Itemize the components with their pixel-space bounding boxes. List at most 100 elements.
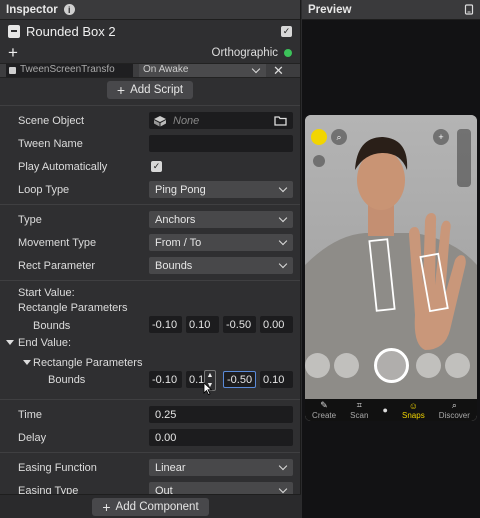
scan-icon: ⌗ <box>356 400 362 410</box>
preview-panel: Preview ⌕ + ✎ Create ⌗ Scan ● ☺ Snaps ⌕ … <box>302 0 480 518</box>
add-component-label: Add Component <box>115 500 199 513</box>
close-icon[interactable]: ✕ <box>273 63 284 79</box>
scene-object-label: Scene Object <box>18 114 85 127</box>
camera-mode-label: Orthographic <box>211 46 278 59</box>
create-icon: ✎ <box>320 400 328 410</box>
bottom-tab-create[interactable]: ✎ Create <box>312 400 336 420</box>
lens-bubble[interactable] <box>305 353 330 378</box>
shutter-button[interactable] <box>374 348 409 383</box>
loop-type-dropdown[interactable]: Ping Pong <box>149 181 293 198</box>
add-friend-icon[interactable]: + <box>433 129 449 145</box>
script-trigger-dropdown[interactable]: On Awake <box>139 64 266 77</box>
end-value-label: End Value: <box>18 337 72 349</box>
lens-bubble[interactable] <box>445 353 470 378</box>
movement-type-value: From / To <box>155 236 202 249</box>
delay-row: Delay 0.00 <box>0 426 300 449</box>
plus-icon: + <box>116 82 126 98</box>
chevron-down-icon <box>278 259 288 269</box>
movement-type-label: Movement Type <box>18 236 97 249</box>
time-row: Time 0.25 <box>0 403 300 426</box>
discover-icon: ⌕ <box>451 400 457 410</box>
bottom-tab-snaps[interactable]: ☺ Snaps <box>402 401 425 420</box>
end-bound-2[interactable]: -0.50 <box>223 371 256 388</box>
cube-icon <box>154 115 166 126</box>
object-row-2: + Orthographic <box>0 42 300 63</box>
chevron-up-icon[interactable]: ▲ <box>207 372 214 379</box>
delay-label: Delay <box>18 431 47 444</box>
end-bounds-label: Bounds <box>48 374 86 386</box>
start-value-label: Start Value: <box>18 287 75 299</box>
bottom-tab-label: Discover <box>438 411 470 420</box>
tween-name-row: Tween Name <box>0 132 300 155</box>
smile-icon: ☺ <box>408 400 418 411</box>
inspector-header: Inspector i <box>0 0 300 20</box>
device-icon[interactable] <box>464 4 474 15</box>
type-label: Type <box>18 213 42 226</box>
preview-header: Preview <box>302 0 480 20</box>
profile-icon[interactable] <box>311 129 327 145</box>
start-bound-2[interactable]: -0.50 <box>223 316 256 333</box>
chevron-down-icon <box>278 236 288 246</box>
object-name[interactable]: Rounded Box 2 <box>26 24 281 39</box>
chevron-down-icon <box>278 183 288 193</box>
preview-viewport[interactable]: ⌕ + ✎ Create ⌗ Scan ● ☺ Snaps ⌕ Discover <box>305 115 477 421</box>
end-bound-3[interactable]: 0.10 <box>260 371 293 388</box>
loop-type-row: Loop Type Ping Pong <box>0 178 300 201</box>
tween-name-input[interactable] <box>149 135 293 152</box>
chevron-down-icon <box>278 213 288 223</box>
end-rect-params-label: Rectangle Parameters <box>33 357 143 369</box>
bottom-tab-discover[interactable]: ⌕ Discover <box>439 400 470 420</box>
bottom-tab-capture[interactable]: ● <box>382 405 387 415</box>
info-icon[interactable]: i <box>63 4 75 15</box>
easing-function-label: Easing Function <box>18 461 97 474</box>
start-bound-1[interactable]: 0.10 <box>186 316 219 333</box>
status-dot <box>284 48 292 57</box>
chevron-down-icon <box>278 461 288 471</box>
bottom-tab-label: Snaps <box>402 410 425 420</box>
inspector-footer: + Add Component <box>0 494 301 518</box>
divider <box>0 399 300 400</box>
play-auto-checkbox[interactable]: ✓ <box>151 161 162 172</box>
scene-object-value: None <box>173 114 200 127</box>
loop-type-value: Ping Pong <box>155 183 206 196</box>
divider <box>0 452 300 453</box>
expand-triangle-icon[interactable] <box>6 340 14 345</box>
preview-title: Preview <box>308 3 352 16</box>
expand-triangle-icon[interactable] <box>23 360 31 365</box>
rect-param-dropdown[interactable]: Bounds <box>149 257 293 274</box>
easing-function-dropdown[interactable]: Linear <box>149 459 293 476</box>
location-icon[interactable] <box>313 155 325 167</box>
rect-param-value: Bounds <box>155 259 193 272</box>
start-bounds-label: Bounds <box>33 320 71 332</box>
bottom-tab-scan[interactable]: ⌗ Scan <box>350 400 368 420</box>
capture-icon: ● <box>382 405 388 415</box>
lens-bubble[interactable] <box>416 353 441 378</box>
lens-bubble[interactable] <box>334 353 359 378</box>
start-bound-0[interactable]: -0.10 <box>149 316 182 333</box>
add-script-button[interactable]: + Add Script <box>106 81 194 99</box>
add-component-button[interactable]: + Add Component <box>92 497 209 516</box>
scene-object-field[interactable]: None <box>149 112 293 129</box>
movement-type-row: Movement Type From / To <box>0 231 300 254</box>
time-input[interactable]: 0.25 <box>149 406 293 423</box>
end-bound-0[interactable]: -0.10 <box>149 371 182 388</box>
script-row: TweenScreenTransfo On Awake ✕ <box>0 63 300 78</box>
loop-type-label: Loop Type <box>18 183 70 196</box>
divider <box>0 105 300 106</box>
search-icon[interactable]: ⌕ <box>331 129 347 145</box>
type-value: Anchors <box>155 213 196 226</box>
folder-icon[interactable] <box>274 115 287 126</box>
rect-param-label: Rect Parameter <box>18 259 96 272</box>
script-field[interactable]: TweenScreenTransfo <box>6 64 133 77</box>
add-icon[interactable]: + <box>8 44 212 61</box>
type-dropdown[interactable]: Anchors <box>149 211 293 228</box>
movement-type-dropdown[interactable]: From / To <box>149 234 293 251</box>
camera-tools-icon[interactable] <box>457 129 471 187</box>
start-bound-3[interactable]: 0.00 <box>260 316 293 333</box>
divider <box>0 280 300 281</box>
delay-input[interactable]: 0.00 <box>149 429 293 446</box>
add-script-label: Add Script <box>130 84 184 96</box>
object-enabled-checkbox[interactable]: ✓ <box>281 25 292 37</box>
plus-icon: + <box>102 498 111 515</box>
add-script-row: + Add Script <box>0 78 300 102</box>
